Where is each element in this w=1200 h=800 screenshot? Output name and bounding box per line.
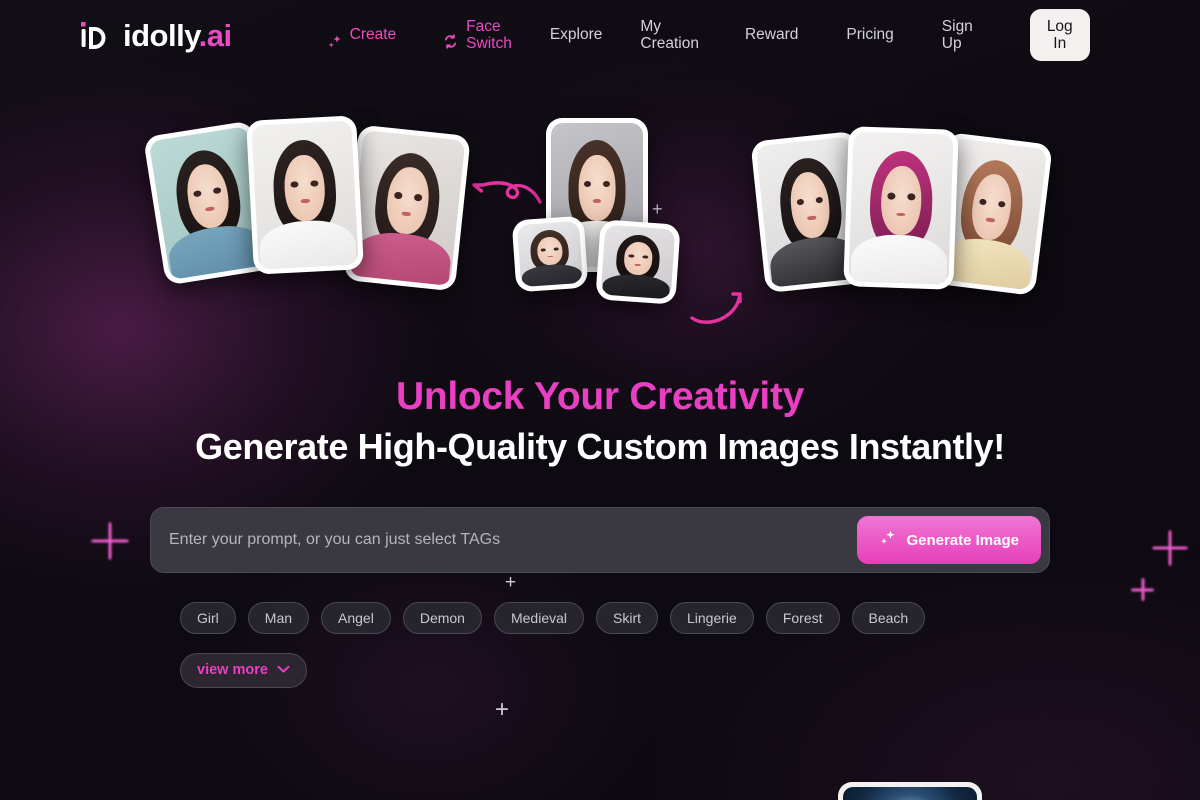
nav-item-pricing[interactable]: Pricing	[846, 26, 893, 43]
hero-collage: +	[0, 100, 1200, 340]
headline-accent-line: Unlock Your Creativity	[395, 375, 805, 418]
generate-image-button[interactable]: Generate Image	[857, 516, 1041, 564]
sparkle-star-icon	[91, 522, 129, 560]
portrait-image	[517, 221, 583, 288]
portrait-card	[511, 215, 589, 293]
prompt-input[interactable]	[169, 531, 858, 549]
preview-card-image	[843, 787, 977, 800]
site-header: idolly.ai Create Face Switch Explore My …	[0, 0, 1200, 70]
nav-item-label: Explore	[549, 26, 603, 44]
tag-chip[interactable]: Lingerie	[670, 602, 754, 634]
sparkle-icon	[327, 16, 343, 54]
nav-item-label: Sign Up	[941, 17, 973, 52]
nav-item-label: My Creation	[640, 17, 699, 52]
nav-item-label: Face Switch	[466, 17, 512, 52]
curved-arrow-right-icon	[688, 278, 758, 331]
nav-item-label: Reward	[744, 26, 799, 44]
prompt-bar: Generate Image	[150, 507, 1050, 573]
portrait-card	[343, 124, 471, 292]
portrait-card	[246, 115, 364, 275]
portrait-image	[848, 131, 953, 285]
view-more-label: view more	[197, 662, 268, 678]
portrait-card	[843, 126, 959, 290]
brand-logo[interactable]: idolly.ai	[78, 18, 232, 52]
swap-faces-icon	[442, 16, 459, 55]
portrait-image	[251, 120, 358, 270]
idolly-logo-icon	[78, 18, 112, 52]
nav-item-explore[interactable]: Explore	[550, 26, 603, 43]
nav-item-reward[interactable]: Reward	[745, 26, 798, 43]
nav-item-label: Create	[349, 26, 397, 44]
plus-marker-icon: +	[652, 199, 663, 219]
plus-marker-icon: +	[505, 572, 517, 593]
chevron-down-icon	[277, 663, 290, 678]
nav-item-create[interactable]: Create	[327, 16, 397, 54]
tag-chip[interactable]: Angel	[321, 602, 391, 634]
headline-main-line: Generate High-Quality Custom Images Inst…	[195, 425, 1005, 467]
preview-card-peek[interactable]	[838, 782, 982, 800]
plus-marker-icon: +	[495, 696, 510, 723]
view-more-button[interactable]: view more	[180, 653, 307, 688]
portrait-image	[601, 225, 676, 300]
brand-name: idolly.ai	[123, 17, 232, 53]
sparkle-star-icon	[1152, 530, 1188, 566]
nav-item-sign-up[interactable]: Sign Up	[942, 18, 973, 53]
tag-chip[interactable]: Girl	[180, 602, 236, 634]
main-navigation: Create Face Switch Explore My Creation R…	[327, 8, 1182, 62]
tag-chip[interactable]: Demon	[402, 602, 482, 634]
sparkle-star-icon	[1131, 578, 1154, 601]
generate-image-label: Generate Image	[906, 531, 1019, 549]
tag-chip[interactable]: Beach	[851, 602, 926, 634]
tag-list: Girl Man Angel Demon Medieval Skirt Ling…	[180, 602, 1040, 634]
portrait-card	[595, 219, 681, 305]
tag-chip[interactable]: Man	[247, 602, 310, 634]
curved-arrow-left-icon	[468, 162, 548, 217]
brand-name-suffix: .ai	[198, 17, 232, 53]
hero-headline: Unlock Your Creativity Generate High-Qua…	[0, 375, 1200, 467]
portrait-image	[349, 130, 466, 286]
nav-item-my-creation[interactable]: My Creation	[640, 18, 699, 53]
nav-item-face-switch[interactable]: Face Switch	[442, 16, 512, 55]
tag-chip[interactable]: Forest	[765, 602, 840, 634]
tag-chip[interactable]: Skirt	[596, 602, 658, 634]
sparkle-icon	[879, 529, 897, 551]
log-in-button[interactable]: Log In	[1029, 8, 1090, 62]
nav-item-label: Pricing	[846, 26, 894, 44]
tag-chip[interactable]: Medieval	[493, 602, 584, 634]
